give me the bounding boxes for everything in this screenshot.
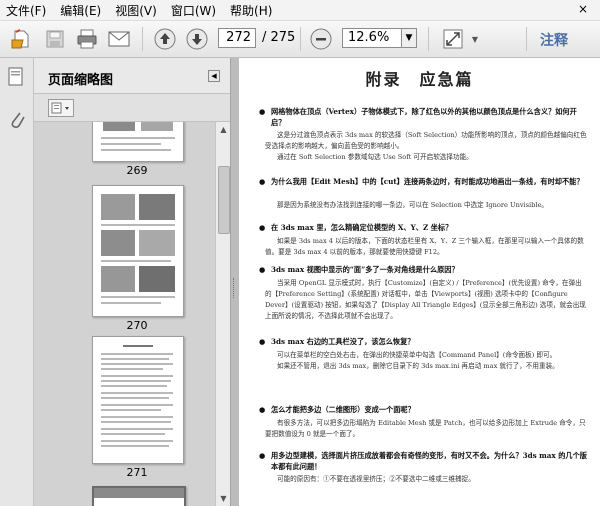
fit-page-icon[interactable] xyxy=(440,26,466,52)
answer-text: 可能的原因有：①不要在透视里挤压；②不要选中二维或三维捕捉。 xyxy=(277,475,475,483)
scroll-up-icon[interactable]: ▲ xyxy=(218,124,229,135)
toolbar-separator xyxy=(142,27,143,51)
question-heading: ● 网格物体在顶点（Vertex）子物体模式下，除了红色以外的其他以颜色顶点是什么… xyxy=(259,107,577,127)
menu-bar: 文件(F) 编辑(E) 视图(V) 窗口(W) 帮助(H) × xyxy=(0,0,600,21)
zoom-dropdown-icon[interactable]: ▼ xyxy=(401,28,417,48)
toolbar-separator xyxy=(526,27,527,51)
page-heading: 附录 应急篇 xyxy=(365,70,474,89)
prev-page-icon[interactable] xyxy=(152,26,178,52)
email-icon[interactable] xyxy=(106,26,132,52)
page-thumbnail[interactable] xyxy=(92,336,184,464)
next-page-icon[interactable] xyxy=(184,26,210,52)
page-thumbnail[interactable] xyxy=(92,185,184,317)
menu-help[interactable]: 帮助(H) xyxy=(230,2,272,19)
question-heading: ● 怎么才能把多边（二维图形）变成一个面呢？ xyxy=(259,405,415,414)
navigation-strip xyxy=(0,58,34,506)
panel-options-bar xyxy=(34,94,230,122)
thumbnail-scrollbar[interactable]: ▲ ▼ xyxy=(215,122,231,506)
panel-header: 页面缩略图 ◀ xyxy=(34,58,230,94)
question-heading: ● 3ds max 视图中显示的“面”多了一条对角线是什么原因？ xyxy=(259,265,459,274)
attachments-icon[interactable] xyxy=(8,108,26,135)
answer-text: 这是分过渡色顶点表示 3ds max 的软选择（Soft Selection）功… xyxy=(265,131,587,161)
panel-title: 页面缩略图 xyxy=(48,73,114,88)
toolbar: 272 / 275 12.6% ▼ ▼ 注释 xyxy=(0,21,600,58)
thumbnail-page-number: 270 xyxy=(126,319,148,332)
menu-window[interactable]: 窗口(W) xyxy=(171,2,216,19)
answer-text: 可以在菜单栏的空白处右击，在弹出的快捷菜单中勾选【Command Panel】(… xyxy=(277,351,559,370)
page-thumbnail[interactable] xyxy=(92,122,184,162)
toolbar-separator xyxy=(428,27,429,51)
question-heading: ● 在 3ds max 里，怎么精确定位模型的 X、Y、Z 坐标？ xyxy=(259,223,453,232)
open-icon[interactable] xyxy=(8,26,34,52)
options-menu-icon[interactable] xyxy=(48,99,74,117)
question-heading: ● 用多边型建模，选择面片挤压成放着都会有奇怪的变形，有时又不会。为什么？3ds … xyxy=(259,451,587,471)
collapse-panel-icon[interactable]: ◀ xyxy=(208,70,220,82)
question-heading: ● 为什么我用【Edit Mesh】中的【cut】连接两条边时，有时能成功地画出一… xyxy=(259,177,584,186)
comment-button[interactable]: 注释 xyxy=(540,30,568,50)
answer-text: 如果是 3ds max 4 以后的版本，下面的状态栏里有 X、Y、Z 三个输入框… xyxy=(265,237,584,256)
page-number-input[interactable]: 272 xyxy=(218,28,256,48)
zoom-out-icon[interactable] xyxy=(308,26,334,52)
answer-text: 那是因为系统没有办法找到连接的哪一条边，可以在 Selection 中选定 Ig… xyxy=(277,201,548,209)
thumbnails-panel: 页面缩略图 ◀ 269 270 271 ▲ ▼ xyxy=(34,58,231,506)
page-thumbnail-selected[interactable] xyxy=(92,486,186,506)
menu-view[interactable]: 视图(V) xyxy=(115,2,157,19)
toolbar-separator xyxy=(300,27,301,51)
scrollbar-thumb[interactable] xyxy=(218,166,230,234)
print-icon[interactable] xyxy=(74,26,100,52)
menu-file[interactable]: 文件(F) xyxy=(6,2,46,19)
scroll-down-icon[interactable]: ▼ xyxy=(218,493,229,504)
zoom-input[interactable]: 12.6% xyxy=(342,28,406,48)
fit-dropdown-icon[interactable]: ▼ xyxy=(468,26,482,52)
document-page: 附录 应急篇 ● 网格物体在顶点（Vertex）子物体模式下，除了红色以外的其他以… xyxy=(239,58,600,506)
close-document-icon[interactable]: × xyxy=(578,2,588,16)
question-heading: ● 3ds max 右边的工具栏没了，该怎么恢复？ xyxy=(259,337,415,346)
thumbnail-page-number: 269 xyxy=(126,164,148,177)
page-thumbnails-icon[interactable] xyxy=(7,66,25,91)
answer-text: 有很多方法，可以把多边形塌陷为 Editable Mesh 或是 Patch，也… xyxy=(265,419,586,438)
save-icon[interactable] xyxy=(42,26,68,52)
thumbnail-list: 269 270 271 xyxy=(34,122,215,506)
answer-text: 当采用 OpenGL 显示模式时，执行【Customize】(自定义) /【Pr… xyxy=(265,279,586,320)
menu-edit[interactable]: 编辑(E) xyxy=(60,2,101,19)
panel-splitter[interactable] xyxy=(230,58,239,506)
page-count: / 275 xyxy=(262,30,296,45)
thumbnail-page-number: 271 xyxy=(126,466,148,479)
